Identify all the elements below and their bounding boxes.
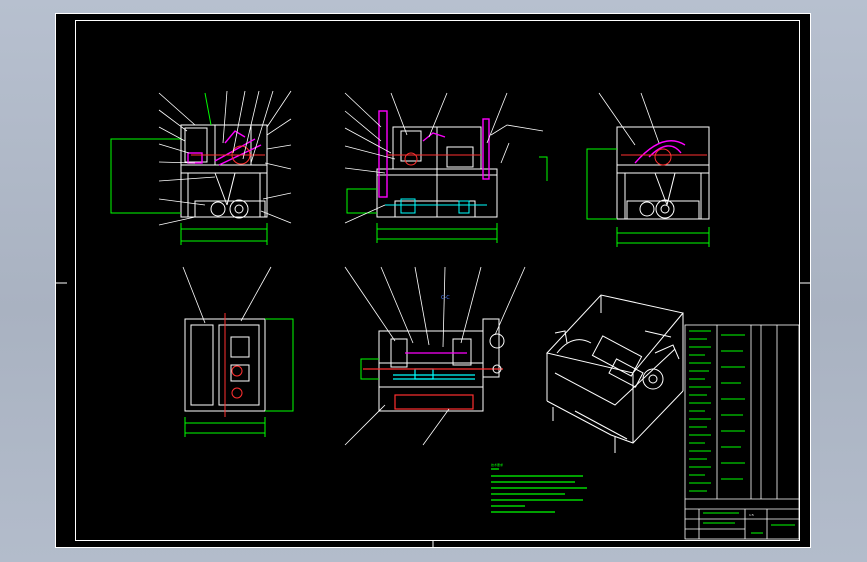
drawing-sheet[interactable]: 技术要求 1:5 C-C	[55, 13, 811, 548]
view-front-left	[110, 90, 292, 245]
technical-notes	[491, 468, 587, 513]
view-front-center	[344, 92, 548, 243]
section-view-marker: C-C	[441, 295, 450, 301]
view-isometric	[546, 294, 684, 453]
sheet-frame	[55, 13, 811, 548]
notes-title: 技术要求	[491, 462, 503, 467]
parts-list	[684, 324, 800, 540]
view-right-side	[586, 92, 710, 247]
view-top	[182, 266, 294, 437]
view-section	[344, 266, 526, 446]
title-block-scale: 1:5	[749, 513, 754, 517]
drawing-canvas[interactable]: 技术要求 1:5 C-C	[55, 13, 811, 548]
parts-list-entries	[689, 330, 795, 534]
cad-viewport[interactable]: 技术要求 1:5 C-C	[0, 0, 867, 562]
